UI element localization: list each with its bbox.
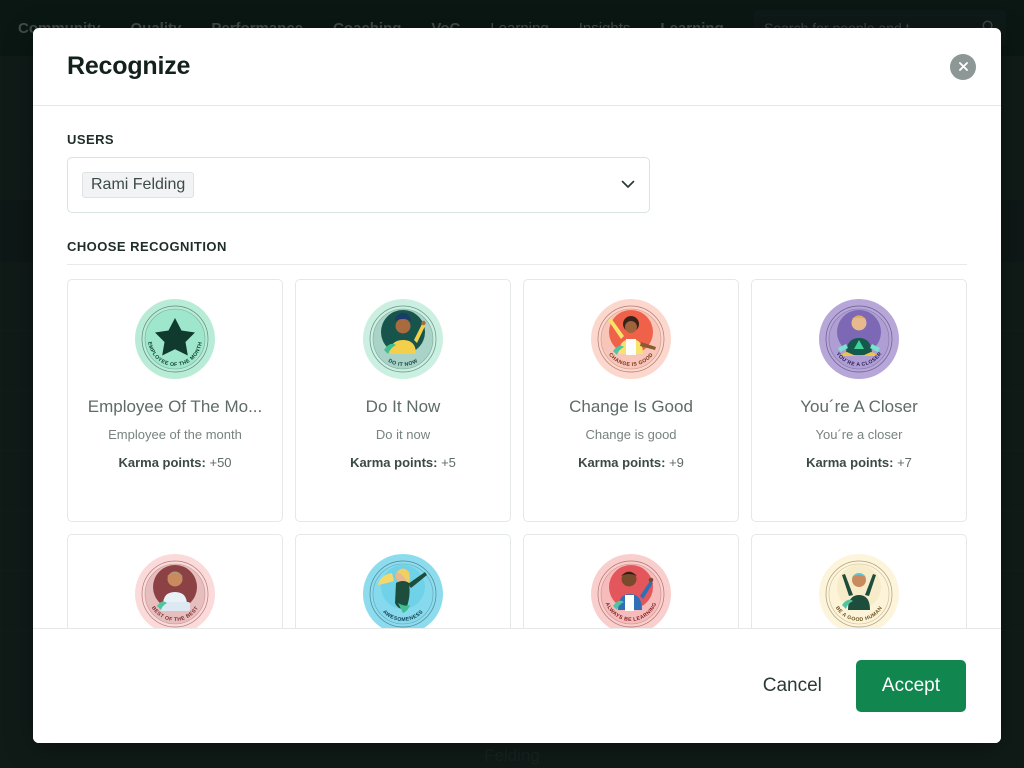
section-divider — [67, 264, 967, 265]
badge-description: You´re a closer — [762, 427, 956, 442]
badge-karma-points: Karma points: +9 — [534, 455, 728, 470]
badge-karma-label: Karma points: — [350, 455, 437, 470]
recognition-badge-card[interactable]: DO IT NOW Do It Now Do it now Karma points:… — [295, 279, 511, 522]
recognition-badge-card[interactable]: BE A GOOD HUMAN — [751, 534, 967, 628]
modal-header: Recognize — [33, 28, 1001, 106]
recognition-badge-grid: EMPLOYEE OF THE MONTH Employee Of The Mo.… — [67, 279, 967, 628]
choose-recognition-label: CHOOSE RECOGNITION — [67, 239, 967, 254]
badge-title: You´re A Closer — [762, 396, 956, 418]
badge-title: Employee Of The Mo... — [78, 396, 272, 418]
close-icon[interactable] — [950, 54, 976, 80]
recognize-modal: Recognize USERS Rami Felding CHOOSE RECO… — [33, 28, 1001, 743]
recognition-badge-card[interactable]: ALWAYS BE LEARNING — [523, 534, 739, 628]
users-select[interactable]: Rami Felding — [67, 157, 650, 213]
recognition-badge-card[interactable]: AWESOMENESS — [295, 534, 511, 628]
badge-karma-points: Karma points: +7 — [762, 455, 956, 470]
badge-karma-points: Karma points: +5 — [306, 455, 500, 470]
badge-karma-value: +9 — [669, 455, 684, 470]
badge-description: Do it now — [306, 427, 500, 442]
badge-illustration: DO IT NOW — [362, 298, 444, 380]
badge-description: Change is good — [534, 427, 728, 442]
badge-karma-label: Karma points: — [118, 455, 205, 470]
recognition-badge-card[interactable]: YOU´RE A CLOSER You´re A Closer You´re a c… — [751, 279, 967, 522]
badge-illustration: YOU´RE A CLOSER — [818, 298, 900, 380]
badge-karma-value: +50 — [209, 455, 231, 470]
users-label: USERS — [67, 132, 967, 147]
badge-illustration: ALWAYS BE LEARNING — [590, 553, 672, 628]
recognition-badge-card[interactable]: BEST OF THE BEST — [67, 534, 283, 628]
badge-illustration: AWESOMENESS — [362, 553, 444, 628]
badge-karma-value: +7 — [897, 455, 912, 470]
recognition-badge-card[interactable]: CHANGE IS GOOD Change Is Good Change is go… — [523, 279, 739, 522]
cancel-button[interactable]: Cancel — [759, 669, 826, 703]
badge-illustration: BE A GOOD HUMAN — [818, 553, 900, 628]
recognition-badge-card[interactable]: EMPLOYEE OF THE MONTH Employee Of The Mo.… — [67, 279, 283, 522]
selected-user-chip[interactable]: Rami Felding — [82, 172, 194, 198]
modal-footer: Cancel Accept — [33, 628, 1001, 743]
page-title: Recognize — [67, 52, 190, 81]
badge-description: Employee of the month — [78, 427, 272, 442]
badge-illustration: CHANGE IS GOOD — [590, 298, 672, 380]
badge-illustration: BEST OF THE BEST — [134, 553, 216, 628]
accept-button[interactable]: Accept — [856, 660, 966, 712]
badge-karma-points: Karma points: +50 — [78, 455, 272, 470]
modal-body[interactable]: USERS Rami Felding CHOOSE RECOGNITION EM… — [33, 106, 1001, 628]
badge-title: Do It Now — [306, 396, 500, 418]
badge-title: Change Is Good — [534, 396, 728, 418]
badge-karma-label: Karma points: — [806, 455, 893, 470]
chevron-down-icon[interactable] — [621, 176, 635, 194]
badge-karma-label: Karma points: — [578, 455, 665, 470]
badge-karma-value: +5 — [441, 455, 456, 470]
badge-illustration: EMPLOYEE OF THE MONTH — [134, 298, 216, 380]
